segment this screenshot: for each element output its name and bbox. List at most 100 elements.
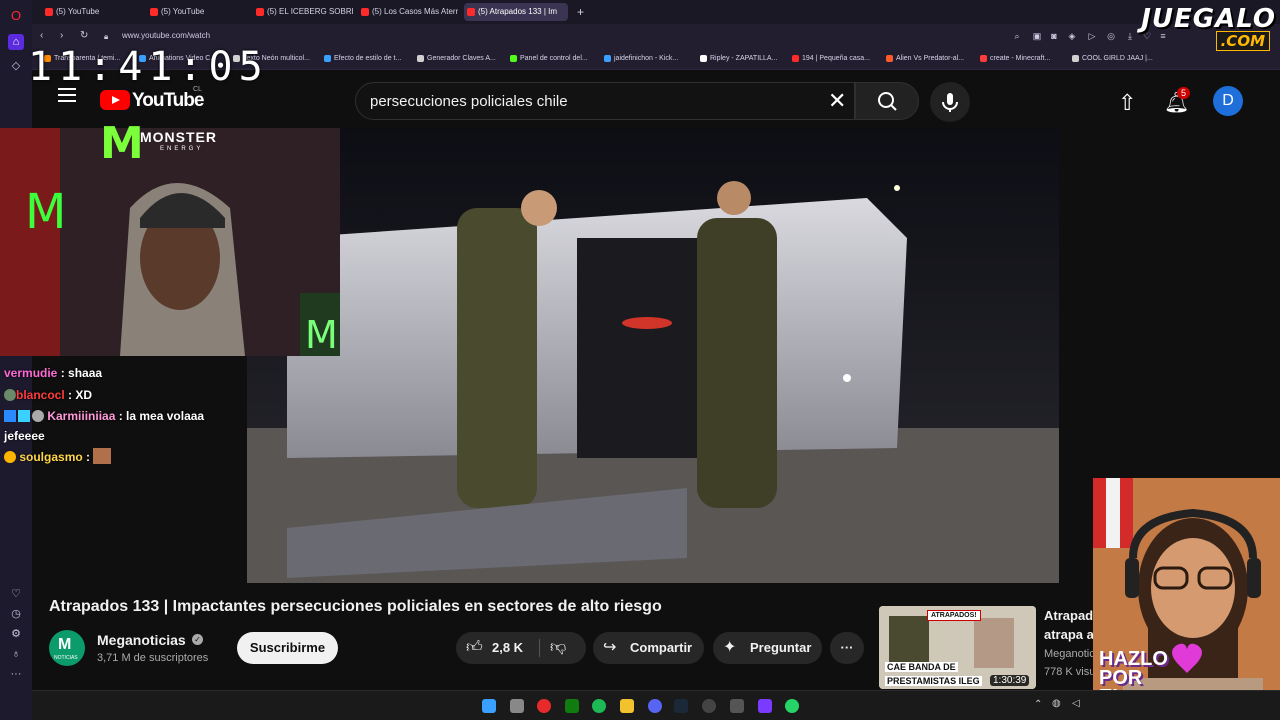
video-duration: 1:30:39: [990, 675, 1030, 686]
shield-icon[interactable]: ◈: [1067, 31, 1077, 41]
tab-label: (5) Atrapados 133 | Im: [478, 7, 558, 16]
bookmark-item[interactable]: Generador Claves A...: [417, 55, 496, 62]
youtube-favicon-icon: [361, 8, 369, 16]
home-icon[interactable]: ⌂: [8, 34, 24, 50]
url-field[interactable]: www.youtube.com/watch: [122, 31, 210, 40]
settings-icon[interactable]: ⚙: [8, 626, 24, 642]
app-icon[interactable]: [730, 699, 744, 713]
obs-icon[interactable]: [702, 699, 716, 713]
subscribe-button[interactable]: Suscribirme: [237, 632, 338, 664]
bookmark-label: 194 | Pequeña casa...: [802, 55, 870, 62]
back-icon[interactable]: ‹: [40, 30, 43, 41]
volume-icon[interactable]: ◁: [1072, 698, 1080, 709]
video-title: Atrapados 133 | Impactantes persecucione…: [49, 598, 662, 615]
youtube-wordmark[interactable]: YouTube: [132, 90, 204, 112]
monster-claw-icon: M: [100, 118, 144, 169]
extension-icon[interactable]: ▣: [1032, 31, 1042, 41]
bookmark-favicon-icon: [604, 55, 611, 62]
thumbnail-caption: PRESTAMISTAS ILEG: [885, 676, 982, 686]
bookmark-favicon-icon: [700, 55, 707, 62]
video-player[interactable]: [247, 128, 1059, 583]
brand-top: JUEGALO: [1141, 4, 1276, 34]
search-button[interactable]: [855, 82, 919, 120]
search-icon: [878, 92, 897, 111]
bookmark-item[interactable]: Panel de control del...: [510, 55, 588, 62]
history-icon[interactable]: ◷: [8, 606, 24, 622]
tab-item[interactable]: (5) Los Casos Más Aterrad: [358, 3, 458, 21]
heart-icon[interactable]: ♡: [8, 586, 24, 602]
thumbs-up-icon[interactable]: 👍︎: [466, 632, 483, 664]
search-box[interactable]: persecuciones policiales chile ✕: [355, 82, 855, 120]
brand-logo: JUEGALO .COM: [1110, 4, 1280, 51]
camera-icon[interactable]: ◙: [1049, 31, 1059, 41]
opera-logo-icon[interactable]: O: [8, 8, 24, 24]
opera-icon[interactable]: [537, 699, 551, 713]
voice-search-button[interactable]: [930, 82, 970, 122]
subscriber-badge-icon: [4, 451, 16, 463]
whatsapp-icon[interactable]: [785, 699, 799, 713]
spotify-icon[interactable]: [592, 699, 606, 713]
related-video-title[interactable]: Atrapad: [1044, 608, 1093, 623]
youtube-logo-icon[interactable]: [100, 90, 130, 110]
sponsor-name: MONSTER: [140, 129, 217, 145]
discord-icon[interactable]: [648, 699, 662, 713]
bookmark-label: jaidefinichon - Kick...: [614, 55, 679, 62]
share-label: Compartir: [630, 640, 693, 655]
bookmark-item[interactable]: Efecto de estilo de t...: [324, 55, 401, 62]
search-icon[interactable]: ⌕: [1012, 31, 1022, 41]
like-dislike-group: 👍︎ 2,8 K 👎︎: [456, 632, 586, 664]
app-icon[interactable]: [758, 699, 772, 713]
bookmark-item[interactable]: jaidefinichon - Kick...: [604, 55, 678, 62]
like-count[interactable]: 2,8 K: [492, 632, 523, 664]
reload-icon[interactable]: ↻: [80, 30, 88, 41]
bookmark-item[interactable]: 194 | Pequeña casa...: [792, 55, 870, 62]
more-icon[interactable]: ···: [8, 666, 24, 682]
tab-item[interactable]: (5) YouTube: [147, 3, 247, 21]
play-icon[interactable]: ▷: [1087, 31, 1097, 41]
more-actions-icon[interactable]: ···: [830, 632, 864, 664]
bulb-icon[interactable]: ♁: [8, 646, 24, 662]
new-tab-button[interactable]: +: [574, 3, 588, 21]
steam-icon[interactable]: [674, 699, 688, 713]
forward-icon[interactable]: ›: [60, 30, 63, 41]
thumbs-down-icon[interactable]: 👎︎: [550, 632, 566, 664]
upload-icon[interactable]: ⇧: [1118, 90, 1136, 116]
start-icon[interactable]: [482, 699, 496, 713]
related-video-thumbnail[interactable]: ATRAPADOS! CAE BANDA DE PRESTAMISTAS ILE…: [879, 606, 1036, 689]
bookmark-item[interactable]: Ripley - ZAPATILLA...: [700, 55, 777, 62]
bookmark-label: COOL GIRLD JAAJ |...: [1082, 55, 1153, 62]
sponsor-subtitle: ENERGY: [160, 146, 204, 152]
chat-message: Karmiiiniiaa : la mea volaaa jefeeee: [4, 409, 205, 443]
chat-user: soulgasmo: [19, 450, 83, 464]
chat-user: vermudie: [4, 366, 58, 380]
bookmark-item[interactable]: Alien Vs Predator-al...: [886, 55, 964, 62]
tray-chevron-icon[interactable]: ⌃: [1034, 699, 1042, 710]
related-video-title[interactable]: atrapa a: [1044, 627, 1094, 642]
bookmark-favicon-icon: [510, 55, 517, 62]
channel-name[interactable]: Meganoticias: [97, 632, 186, 648]
thumbnail-caption: CAE BANDA DE: [885, 662, 958, 672]
bookmark-item[interactable]: create - Minecraft...: [980, 55, 1050, 62]
channel-avatar[interactable]: M NOTICIAS: [49, 630, 85, 666]
clear-search-icon[interactable]: ✕: [828, 90, 846, 112]
notification-badge: 5: [1177, 87, 1191, 99]
search-input[interactable]: persecuciones policiales chile: [370, 93, 568, 110]
tab-item-active[interactable]: (5) Atrapados 133 | Im: [464, 3, 568, 21]
network-icon[interactable]: ◍: [1052, 698, 1061, 709]
share-button[interactable]: ↪ Compartir: [593, 632, 704, 664]
ask-label: Preguntar: [750, 640, 812, 655]
tab-label: (5) Los Casos Más Aterrad: [372, 7, 458, 16]
folder-icon[interactable]: [620, 699, 634, 713]
tab-item[interactable]: (5) YouTube: [42, 3, 142, 21]
task-view-icon[interactable]: [510, 699, 524, 713]
xbox-icon[interactable]: [565, 699, 579, 713]
windows-taskbar: ⌃ ◍ ◁: [32, 690, 1280, 720]
avatar[interactable]: D: [1213, 86, 1243, 116]
bookmark-item[interactable]: COOL GIRLD JAAJ |...: [1072, 55, 1153, 62]
hamburger-menu-icon[interactable]: [58, 88, 76, 102]
ask-button[interactable]: ✦ Preguntar: [713, 632, 822, 664]
channel-logo-text: NOTICIAS: [54, 655, 78, 661]
tab-item[interactable]: (5) EL ICEBERG SOBRE CH: [253, 3, 353, 21]
pin-icon[interactable]: ◇: [8, 58, 24, 74]
bookmark-favicon-icon: [1072, 55, 1079, 62]
